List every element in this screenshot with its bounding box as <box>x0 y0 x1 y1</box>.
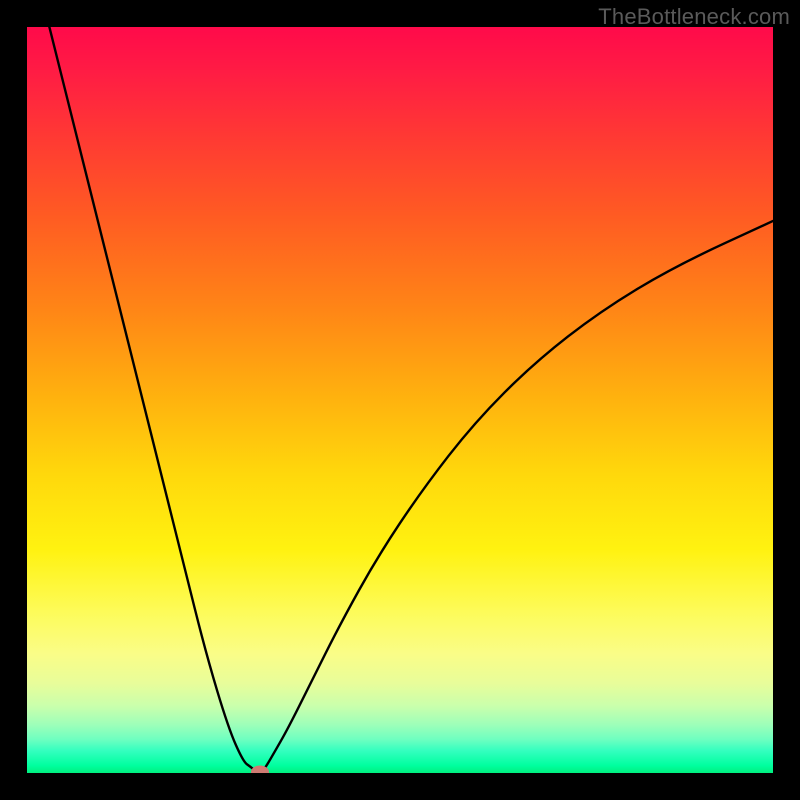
bottleneck-curve <box>27 27 773 773</box>
curve-svg <box>27 27 773 773</box>
plot-area <box>27 27 773 773</box>
watermark-text: TheBottleneck.com <box>598 4 790 30</box>
chart-frame: TheBottleneck.com <box>0 0 800 800</box>
optimal-point-marker <box>251 765 269 773</box>
